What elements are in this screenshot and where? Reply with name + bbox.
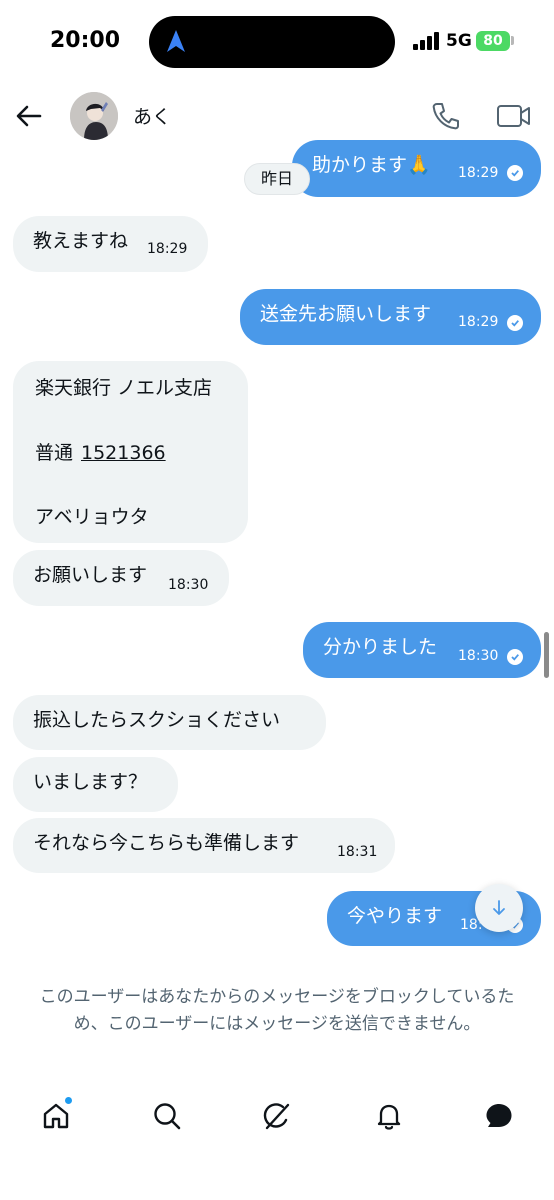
scrollbar[interactable] [544, 632, 549, 678]
message-bubble[interactable]: それなら今こちらも準備します 18:31 [13, 818, 395, 873]
message-text: 振込したらスクショください [33, 709, 281, 731]
location-arrow-icon [167, 30, 185, 52]
avatar[interactable] [70, 92, 118, 140]
status-time: 20:00 [50, 28, 121, 53]
message-bubble[interactable]: 分かりました 18:30 [303, 622, 541, 678]
message-time: 18:29 [458, 314, 499, 330]
message-bubble[interactable]: 楽天銀行 ノエル支店 普通 1521366 アベリョウタ [13, 361, 248, 543]
date-separator: 昨日 [244, 163, 310, 195]
battery-level: 80 [483, 33, 503, 49]
arrow-left-icon [16, 105, 42, 127]
message-text: お願いします [33, 564, 148, 586]
bell-icon [377, 1104, 401, 1130]
read-check-icon [507, 315, 523, 331]
network-type: 5G [446, 31, 472, 51]
read-check-icon [507, 649, 523, 665]
message-bubble[interactable]: 振込したらスクショください [13, 695, 326, 750]
nav-notifications[interactable] [367, 1094, 411, 1138]
message-time: 18:30 [168, 577, 209, 593]
message-time: 18:29 [458, 165, 499, 181]
scroll-to-bottom-button[interactable] [475, 884, 523, 932]
message-bubble[interactable]: 教えますね 18:29 [13, 216, 208, 272]
search-icon [154, 1103, 181, 1130]
message-list[interactable]: 助かります🙏 18:29 昨日 教えますね 18:29 送金先お願いします 18… [0, 140, 554, 966]
battery-icon: 80 [476, 31, 510, 51]
message-text-line: 普通 [35, 442, 74, 464]
message-text: 送金先お願いします [260, 303, 432, 325]
message-text: 今やります [347, 905, 443, 927]
messages-icon [486, 1104, 512, 1127]
message-bubble[interactable]: 送金先お願いします 18:29 [240, 289, 541, 345]
unread-dot [64, 1096, 73, 1105]
chat-header: あく [0, 86, 554, 146]
message-text: それなら今こちらも準備します [33, 832, 300, 854]
nav-home[interactable] [34, 1094, 78, 1138]
message-text: 助かります🙏 [312, 154, 431, 176]
message-text-line: 楽天銀行 ノエル支店 [35, 377, 213, 399]
arrow-down-icon [493, 900, 505, 915]
message-text: 教えますね [33, 230, 129, 252]
dynamic-island [149, 16, 395, 68]
back-button[interactable] [10, 96, 50, 136]
avatar-image [70, 92, 118, 140]
contact-name[interactable]: あく [133, 102, 171, 129]
nav-messages[interactable] [477, 1094, 521, 1138]
message-bubble[interactable]: お願いします 18:30 [13, 550, 229, 606]
account-number-link[interactable]: 1521366 [81, 444, 166, 463]
nav-grok[interactable] [255, 1094, 299, 1138]
signal-icon [413, 32, 441, 50]
message-text-line: アベリョウタ [35, 506, 149, 528]
video-call-button[interactable] [494, 98, 534, 134]
message-text: 分かりました [323, 636, 438, 658]
video-camera-icon [497, 105, 530, 127]
message-time: 18:29 [147, 241, 188, 257]
call-button[interactable] [428, 98, 464, 134]
nav-search[interactable] [145, 1094, 189, 1138]
message-bubble[interactable]: 助かります🙏 18:29 [292, 140, 541, 197]
message-time: 18:30 [458, 648, 499, 664]
read-check-icon [507, 165, 523, 181]
message-time: 18:31 [337, 844, 378, 860]
blocked-notice: このユーザーはあなたからのメッセージをブロックしているため、このユーザーにはメッ… [39, 987, 515, 1034]
message-text: いまします？ [33, 771, 148, 793]
message-bubble[interactable]: いまします？ [13, 757, 178, 812]
phone-icon [432, 103, 459, 130]
status-bar: 20:00 5G 80 [0, 0, 554, 86]
grok-icon [263, 1103, 290, 1130]
bottom-nav [0, 1080, 554, 1152]
